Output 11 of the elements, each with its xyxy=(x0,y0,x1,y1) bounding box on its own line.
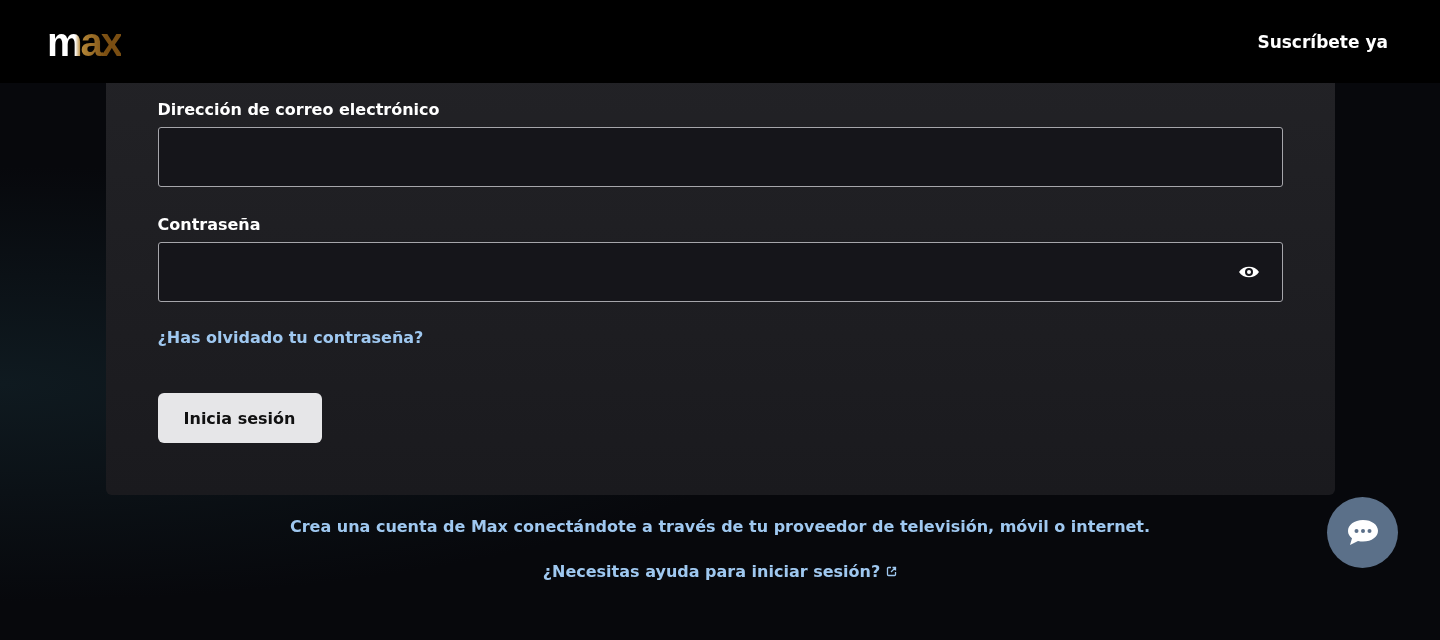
help-link[interactable]: ¿Necesitas ayuda para iniciar sesión? xyxy=(542,562,898,581)
eye-icon[interactable] xyxy=(1237,265,1260,279)
external-link-icon xyxy=(886,566,898,577)
forgot-password-link[interactable]: ¿Has olvidado tu contraseña? xyxy=(157,328,424,347)
password-field[interactable] xyxy=(157,242,1283,302)
subscribe-link[interactable]: Suscríbete ya xyxy=(1257,31,1388,52)
sign-in-button[interactable]: Inicia sesión xyxy=(157,393,322,443)
password-label: Contraseña xyxy=(157,215,261,234)
help-link[interactable]: Crea una cuenta de Max conectándote a través de tu proveedor de televisión, móvil o internet. xyxy=(289,517,1151,536)
email-label: Dirección de correo electrónico xyxy=(157,100,440,119)
email-field[interactable] xyxy=(157,127,1283,187)
